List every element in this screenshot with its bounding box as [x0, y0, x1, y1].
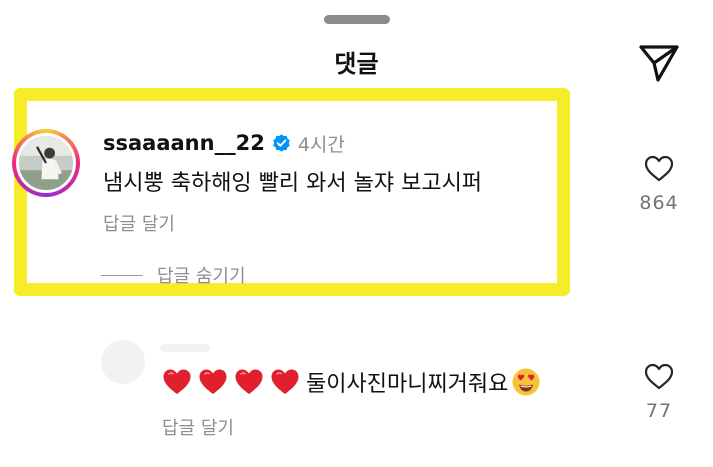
- hide-replies-button[interactable]: 답글 숨기기: [101, 262, 246, 288]
- divider: [101, 274, 143, 276]
- reply-button[interactable]: 답글 달기: [103, 210, 175, 236]
- heart-eyes-face-icon: [512, 368, 540, 396]
- avatar-photo: [19, 136, 73, 190]
- red-heart-icon: [271, 369, 299, 394]
- red-heart-icon: [235, 369, 263, 394]
- reply-button[interactable]: 답글 달기: [162, 414, 234, 440]
- comment-text: 냄시뿡 축하해잉 빨리 와서 놀쟈 보고시퍼: [103, 171, 483, 196]
- like-column: 864: [619, 155, 699, 214]
- avatar[interactable]: [101, 340, 145, 384]
- comment-text: 둘이사진마니찌거줘요: [162, 366, 541, 398]
- heart-outline-icon[interactable]: [644, 155, 674, 182]
- username[interactable]: ssaaaann__22: [103, 131, 265, 155]
- hide-replies-label: 답글 숨기기: [157, 266, 246, 287]
- comment-words: 둘이사진마니찌거줘요: [306, 372, 509, 397]
- paper-plane-icon[interactable]: [636, 42, 682, 84]
- heart-outline-icon[interactable]: [644, 363, 674, 390]
- avatar[interactable]: [12, 129, 80, 197]
- verified-badge-icon: [273, 133, 290, 152]
- username-placeholder: [160, 344, 210, 352]
- like-count: 864: [639, 192, 679, 214]
- comment-header: ssaaaann__22 4시간: [103, 129, 345, 157]
- like-count: 77: [645, 400, 673, 422]
- comment-time: 4시간: [297, 133, 345, 156]
- comments-sheet: 댓글 ssaaaann__22 4시간 냄시뿡 축하해잉 빨리 와서 놀쟈 보고…: [0, 0, 713, 467]
- red-heart-icon: [199, 369, 227, 394]
- red-heart-icon: [163, 369, 191, 394]
- sheet-title: 댓글: [334, 50, 379, 78]
- like-column: 77: [619, 363, 699, 422]
- drag-handle[interactable]: [324, 15, 390, 24]
